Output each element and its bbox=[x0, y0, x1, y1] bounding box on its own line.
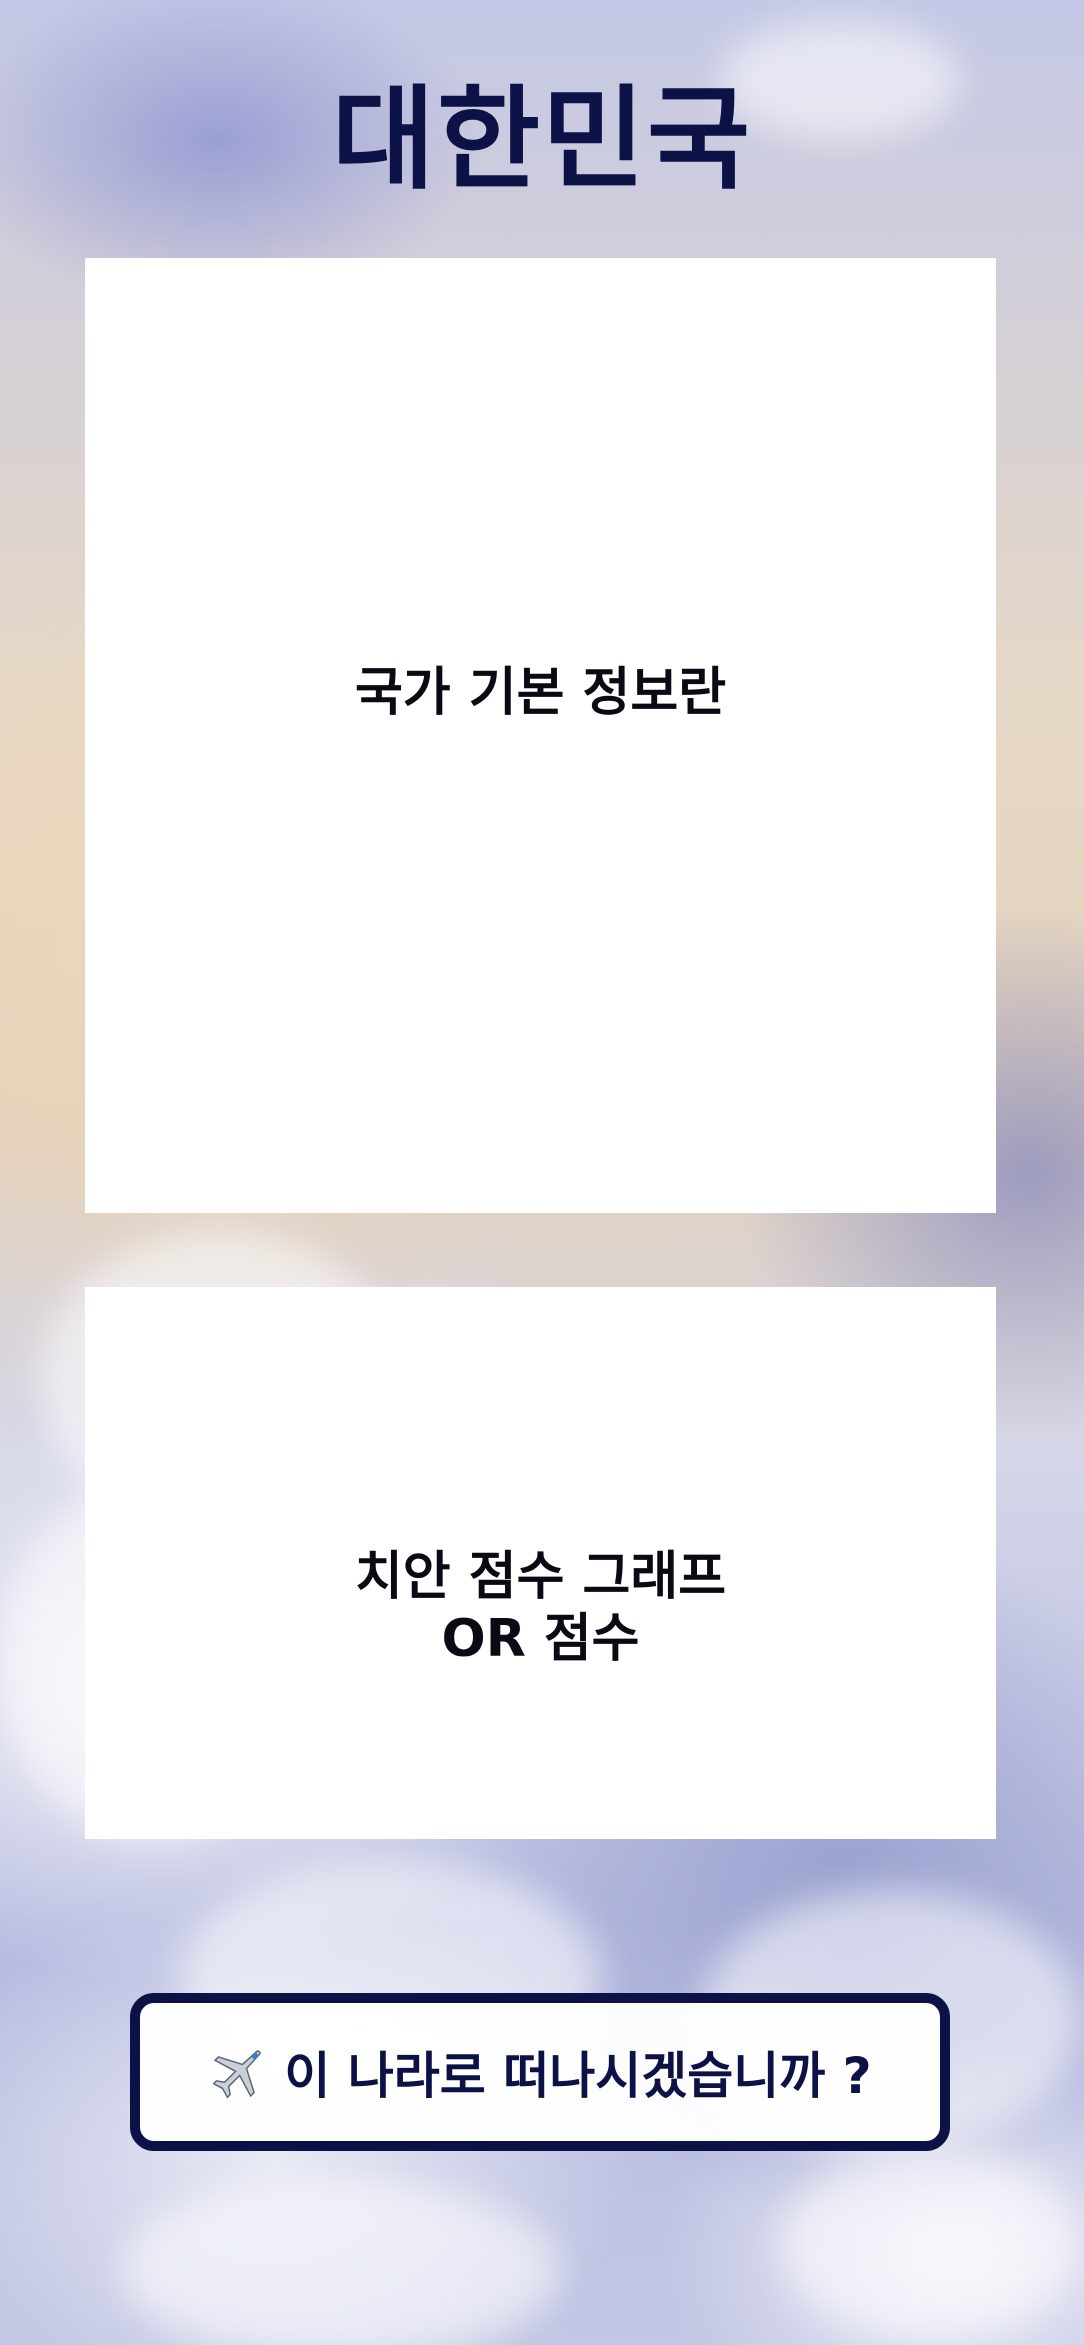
safety-score-label: 치안 점수 그래프 OR 점수 bbox=[355, 1546, 726, 1670]
safety-score-label-line1: 치안 점수 그래프 bbox=[354, 1547, 727, 1607]
depart-button[interactable]: 이 나라로 떠나시겠습니까 ? bbox=[130, 1993, 950, 2151]
safety-score-card: 치안 점수 그래프 OR 점수 bbox=[85, 1287, 996, 1839]
depart-button-label: 이 나라로 떠나시겠습니까 ? bbox=[284, 2047, 872, 2105]
airplane-icon bbox=[208, 2041, 270, 2103]
basic-info-label: 국가 기본 정보란 bbox=[354, 663, 727, 723]
page-title: 대한민국 bbox=[331, 75, 753, 205]
safety-score-label-line2: OR 점수 bbox=[441, 1609, 640, 1669]
basic-info-card: 국가 기본 정보란 bbox=[85, 258, 996, 1213]
